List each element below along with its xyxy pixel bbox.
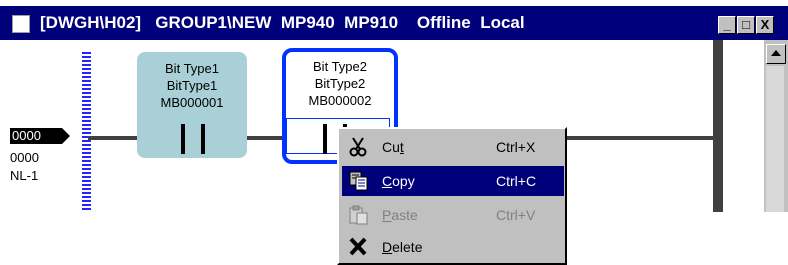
right-power-rail: [713, 40, 723, 212]
close-button[interactable]: X: [756, 16, 774, 34]
menu-item-copy-shortcut: Ctrl+C: [496, 173, 537, 189]
vertical-scrollbar[interactable]: [764, 40, 788, 212]
register-line-3: NL-1: [10, 168, 39, 183]
paste-icon: [348, 205, 370, 225]
window-icon[interactable]: [12, 15, 30, 33]
copy-label-mnemonic: C: [382, 173, 393, 189]
scissors-icon: [348, 137, 370, 157]
menu-item-cut-label: Cut: [382, 139, 404, 155]
cell-2-label: BitType2: [314, 76, 366, 91]
paste-label-rest: aste: [391, 207, 418, 223]
contact-2-left-bar: [323, 124, 327, 154]
context-menu: Cut Ctrl+X Copy Ctrl+C Paste Ctrl+V Dele…: [337, 127, 567, 265]
cell-1-comment: Bit Type1: [165, 61, 219, 76]
copy-label-rest: opy: [392, 173, 415, 189]
contact-1-left-bar: [181, 124, 185, 154]
delete-x-icon: [348, 237, 370, 257]
menu-item-delete-label: Delete: [382, 239, 422, 255]
contact-cell-1[interactable]: Bit Type1 BitType1 MB000001: [137, 52, 247, 158]
maximize-button[interactable]: □: [737, 16, 755, 34]
cut-label-mnemonic: t: [399, 139, 404, 155]
contact-1-right-bar: [201, 124, 205, 154]
menu-item-paste-shortcut: Ctrl+V: [496, 207, 536, 223]
left-power-rail: [82, 52, 91, 212]
register-arrow-icon: [62, 128, 70, 144]
scroll-up-button[interactable]: [766, 44, 786, 64]
register-line-2: 0000: [10, 150, 39, 165]
menu-item-paste-label: Paste: [382, 207, 418, 223]
cell-1-address: MB000001: [160, 95, 224, 110]
scroll-thumb[interactable]: [766, 66, 784, 212]
delete-label-rest: elete: [392, 239, 423, 255]
minimize-button[interactable]: _: [718, 16, 736, 34]
copy-icon: [348, 171, 370, 191]
menu-item-delete[interactable]: Delete: [342, 232, 564, 262]
register-value: 0000: [12, 128, 41, 143]
register-tag[interactable]: 0000: [10, 128, 62, 144]
delete-label-mnemonic: D: [382, 239, 393, 255]
cell-2-address: MB000002: [308, 93, 372, 108]
cut-label-pre: Cu: [382, 139, 400, 155]
paste-label-mnemonic: P: [382, 207, 392, 223]
menu-item-cut[interactable]: Cut Ctrl+X: [342, 132, 564, 162]
window-title: [DWGH\H02] GROUP1\NEW MP940 MP910 Offlin…: [40, 13, 525, 32]
title-bar[interactable]: [DWGH\H02] GROUP1\NEW MP940 MP910 Offlin…: [0, 6, 788, 40]
menu-item-copy-label: Copy: [382, 173, 415, 189]
menu-item-cut-shortcut: Ctrl+X: [496, 139, 536, 155]
cell-2-comment: Bit Type2: [313, 59, 367, 74]
menu-item-copy[interactable]: Copy Ctrl+C: [342, 166, 564, 196]
menu-item-paste[interactable]: Paste Ctrl+V: [342, 200, 564, 230]
cell-1-label: BitType1: [166, 78, 218, 93]
